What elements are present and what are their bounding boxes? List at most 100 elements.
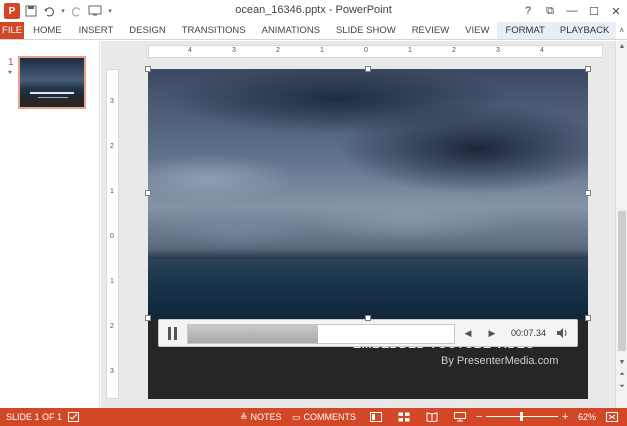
slide-show-icon[interactable] [454,408,466,426]
status-bar: SLIDE 1 OF 1 ≜ NOTES ▭ COMMENTS − + 62% [0,408,627,426]
tab-animations[interactable]: ANIMATIONS [254,22,328,39]
fit-to-window-icon[interactable] [606,408,618,426]
tab-file[interactable]: FILE [0,22,25,39]
powerpoint-window: P ▾ ▾ ocean_16346.pptx - PowerPoint ? ⧉ … [0,0,627,426]
vertical-ruler: 3 2 1 0 1 2 3 [106,69,119,399]
ruler-tick-label: 1 [110,188,114,195]
minimize-icon[interactable]: — [561,0,583,22]
slide-sorter-icon[interactable] [398,408,410,426]
tab-insert[interactable]: INSERT [71,22,122,39]
notes-icon: ≜ [240,411,248,422]
ribbon-display-options-icon[interactable]: ⧉ [539,0,561,22]
slide-canvas[interactable]: EMBEDDED YOUTUBE VIDEO By PresenterMedia… [148,69,588,399]
vertical-scrollbar[interactable]: ▲ ▼ ⏶ ⏷ [615,41,627,408]
zoom-slider-thumb[interactable] [520,412,523,421]
redo-icon[interactable] [70,4,84,18]
save-icon[interactable] [24,4,38,18]
resize-handle[interactable] [585,315,591,321]
ruler-tick-label: 2 [110,143,114,150]
zoom-level[interactable]: 62% [578,408,596,426]
next-slide-icon[interactable]: ⏷ [616,383,627,393]
slide-thumbnail[interactable] [18,56,86,109]
slide-subtitle[interactable]: By PresenterMedia.com [441,355,558,367]
slide-editing-area: 4 3 2 1 0 1 2 3 4 3 2 1 0 1 2 3 EMBEDDED… [101,41,627,408]
powerpoint-logo-icon: P [4,3,20,19]
ribbon-tabs: FILE HOME INSERT DESIGN TRANSITIONS ANIM… [0,22,627,40]
ruler-tick-label: 3 [496,47,500,54]
tab-slide-show[interactable]: SLIDE SHOW [328,22,404,39]
close-icon[interactable]: ✕ [605,0,627,22]
collapse-ribbon-icon[interactable]: ˄ [616,22,627,39]
pause-icon [174,327,177,340]
tab-format[interactable]: FORMAT [497,22,553,39]
pause-button[interactable] [167,327,179,340]
resize-handle[interactable] [145,66,151,72]
resize-handle[interactable] [145,190,151,196]
scroll-down-icon[interactable]: ▼ [616,359,627,369]
slide-thumbnail-pane: 1 * [0,41,100,408]
comments-button[interactable]: ▭ COMMENTS [292,408,356,426]
horizontal-ruler: 4 3 2 1 0 1 2 3 4 [148,45,603,58]
resize-handle[interactable] [145,315,151,321]
seek-bar[interactable] [187,324,455,344]
comments-label: COMMENTS [303,412,357,422]
tab-playback[interactable]: PLAYBACK [552,22,617,39]
ruler-tick-label: 2 [452,47,456,54]
slide-counter: SLIDE 1 OF 1 [6,412,63,422]
previous-slide-icon[interactable]: ⏶ [616,371,627,381]
notes-label: NOTES [250,412,282,422]
resize-handle[interactable] [365,66,371,72]
reading-view-icon[interactable] [426,408,438,426]
ruler-tick-label: 1 [408,47,412,54]
customize-toolbar-icon[interactable]: ▾ [106,4,114,18]
ruler-tick-label: 0 [364,47,368,54]
step-forward-icon[interactable]: ▶ [485,326,499,340]
tab-view[interactable]: VIEW [457,22,497,39]
resize-handle[interactable] [585,190,591,196]
normal-view-icon[interactable] [370,408,382,426]
ruler-tick-label: 0 [110,233,114,240]
ruler-tick-label: 3 [110,368,114,375]
zoom-in-icon[interactable]: + [562,408,568,426]
video-frame[interactable] [148,69,588,319]
ruler-tick-label: 3 [232,47,236,54]
media-controls: ◀ ▶ 00:07.34 [158,319,578,347]
tab-home[interactable]: HOME [24,22,71,39]
transition-marker: * [8,69,12,80]
scrollbar-thumb[interactable] [618,211,626,351]
ruler-tick-label: 2 [110,323,114,330]
spelling-check-icon[interactable] [68,408,79,426]
slide-number: 1 [8,57,14,68]
comments-icon: ▭ [292,411,301,422]
media-time: 00:07.34 [511,328,547,338]
ruler-tick-label: 2 [276,47,280,54]
window-controls: ? ⧉ — ☐ ✕ [517,0,627,22]
scroll-up-icon[interactable]: ▲ [616,43,627,53]
thumbnail-subtitle-line [38,97,68,98]
ruler-tick-label: 3 [110,98,114,105]
tab-review[interactable]: REVIEW [404,22,457,39]
title-bar: P ▾ ▾ ocean_16346.pptx - PowerPoint ? ⧉ … [0,0,627,22]
step-back-icon[interactable]: ◀ [461,326,475,340]
resize-handle[interactable] [585,66,591,72]
tab-transitions[interactable]: TRANSITIONS [174,22,254,39]
resize-handle[interactable] [365,315,371,321]
help-icon[interactable]: ? [517,0,539,22]
quick-access-toolbar: P ▾ ▾ [0,0,114,22]
restore-icon[interactable]: ☐ [583,0,605,22]
tab-design[interactable]: DESIGN [121,22,173,39]
ruler-tick-label: 4 [188,47,192,54]
notes-button[interactable]: ≜ NOTES [240,408,282,426]
volume-icon[interactable] [555,326,569,340]
undo-icon[interactable] [42,4,56,18]
start-from-beginning-icon[interactable] [88,4,102,18]
ruler-tick-label: 4 [540,47,544,54]
seek-progress [188,325,318,343]
pause-icon [168,327,171,340]
ocean-waves [148,259,588,319]
undo-dropdown-icon[interactable]: ▾ [60,4,66,18]
ruler-tick-label: 1 [320,47,324,54]
thumbnail-title-line [30,92,74,94]
ruler-tick-label: 1 [110,278,114,285]
zoom-out-icon[interactable]: − [476,408,482,426]
